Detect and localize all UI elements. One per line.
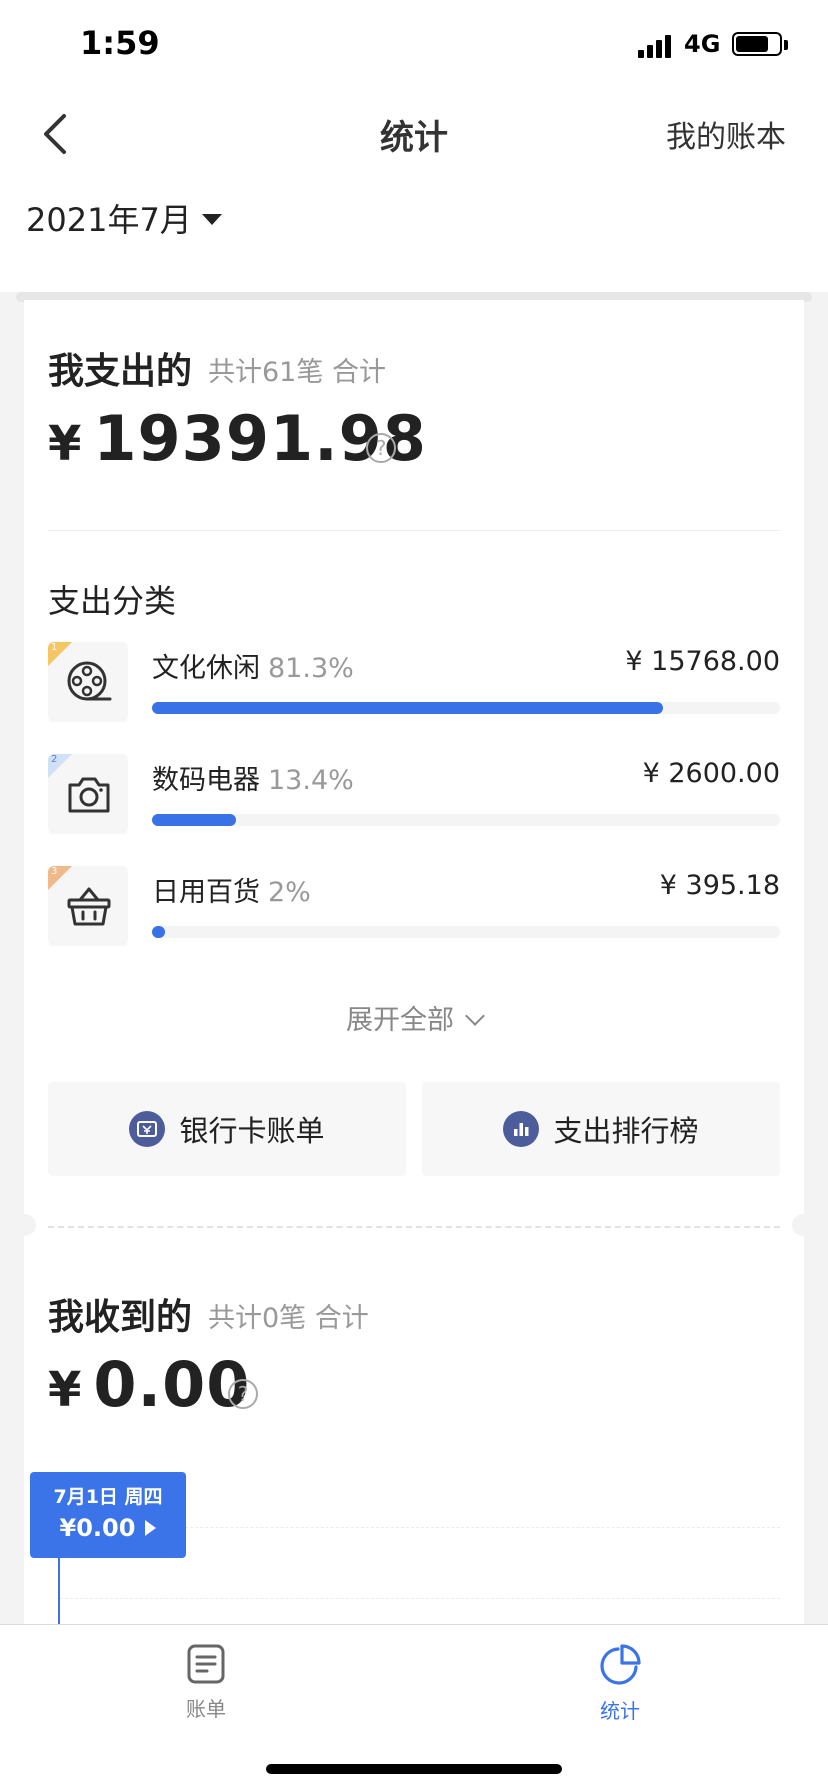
income-title: 我收到的 xyxy=(48,1297,193,1338)
chart-cursor-line xyxy=(58,1558,60,1624)
tab-bill-label: 账单 xyxy=(186,1697,226,1721)
expense-ranking-button[interactable]: 支出排行榜 xyxy=(422,1082,780,1176)
expense-subtitle: 共计61笔 合计 xyxy=(208,357,386,388)
rank-number: 1 xyxy=(51,642,58,653)
category-row[interactable]: 2 数码电器 13.4% ¥ 2600.00 xyxy=(48,754,780,850)
category-name: 日用百货 xyxy=(152,877,260,908)
nav-bar: 统计 我的账本 xyxy=(0,92,828,176)
tab-statistics[interactable]: 统计 xyxy=(560,1643,680,1724)
card-notch-right xyxy=(792,1214,814,1236)
income-total: ¥ 0.00 xyxy=(48,1348,250,1421)
category-progress-track xyxy=(152,702,780,714)
dropdown-triangle-icon xyxy=(201,213,222,225)
category-progress-track xyxy=(152,814,780,826)
help-icon[interactable]: ? xyxy=(228,1379,258,1409)
chart-gridline xyxy=(60,1598,780,1599)
currency-symbol: ¥ xyxy=(48,416,82,472)
tooltip-value: ¥0.00 xyxy=(59,1514,136,1542)
shopping-basket-icon xyxy=(67,887,111,926)
tooltip-date: 7月1日 周四 xyxy=(53,1486,163,1508)
play-arrow-icon xyxy=(145,1520,157,1536)
stats-card xyxy=(24,300,804,1624)
signal-icon xyxy=(638,34,674,58)
category-icon-box: 2 xyxy=(48,754,128,834)
category-percent: 2% xyxy=(268,877,311,908)
currency-symbol: ¥ xyxy=(48,1362,82,1418)
network-type: 4G xyxy=(684,30,721,58)
category-amount: ¥ 15768.00 xyxy=(625,646,780,677)
category-percent: 13.4% xyxy=(268,765,354,796)
help-icon[interactable]: ? xyxy=(366,433,396,463)
battery-icon xyxy=(732,32,782,56)
home-indicator xyxy=(266,1764,562,1774)
income-subtitle: 共计0笔 合计 xyxy=(208,1303,369,1334)
tab-bill[interactable]: 账单 xyxy=(146,1643,266,1722)
category-progress-fill xyxy=(152,814,236,826)
chart-tooltip[interactable]: 7月1日 周四 ¥0.00 xyxy=(30,1472,186,1558)
category-icon-box: 1 xyxy=(48,642,128,722)
category-row[interactable]: 1 文化休闲 81.3% ¥ 15768.00 xyxy=(48,642,780,738)
camera-icon xyxy=(68,777,110,813)
status-bar: 1:59 4G xyxy=(0,0,828,92)
expand-all-label: 展开全部 xyxy=(346,1005,454,1036)
bill-icon xyxy=(187,1644,225,1684)
bank-card-icon xyxy=(129,1111,166,1147)
expand-all-button[interactable]: 展开全部 xyxy=(0,998,828,1037)
expense-title: 我支出的 xyxy=(48,351,193,392)
bar-chart-icon xyxy=(503,1111,540,1147)
month-selector[interactable]: 2021年7月 xyxy=(26,195,222,241)
rank-number: 2 xyxy=(51,754,58,765)
film-reel-icon xyxy=(67,661,112,701)
chevron-down-icon xyxy=(465,1006,485,1026)
category-name: 文化休闲 xyxy=(152,653,260,684)
category-icon-box: 3 xyxy=(48,866,128,946)
my-ledger-link[interactable]: 我的账本 xyxy=(666,112,786,156)
category-amount: ¥ 395.18 xyxy=(659,870,780,901)
income-amount: 0.00 xyxy=(93,1348,251,1421)
category-progress-fill xyxy=(152,926,165,938)
section-divider xyxy=(48,1226,780,1228)
category-progress-track xyxy=(152,926,780,938)
bank-card-bill-button[interactable]: 银行卡账单 xyxy=(48,1082,406,1176)
divider xyxy=(48,530,780,531)
category-amount: ¥ 2600.00 xyxy=(642,758,780,789)
status-time: 1:59 xyxy=(80,24,160,62)
pie-chart-icon xyxy=(600,1644,641,1685)
month-label: 2021年7月 xyxy=(26,201,192,239)
tab-statistics-label: 统计 xyxy=(600,1699,640,1723)
categories-heading: 支出分类 xyxy=(48,582,177,620)
rank-number: 3 xyxy=(51,866,58,877)
category-percent: 81.3% xyxy=(268,653,354,684)
bank-card-bill-label: 银行卡账单 xyxy=(179,1114,325,1148)
category-progress-fill xyxy=(152,702,663,714)
category-row[interactable]: 3 日用百货 2% ¥ 395.18 xyxy=(48,866,780,962)
category-name: 数码电器 xyxy=(152,765,260,796)
expense-ranking-label: 支出排行榜 xyxy=(553,1114,699,1148)
card-notch-left xyxy=(14,1214,36,1236)
